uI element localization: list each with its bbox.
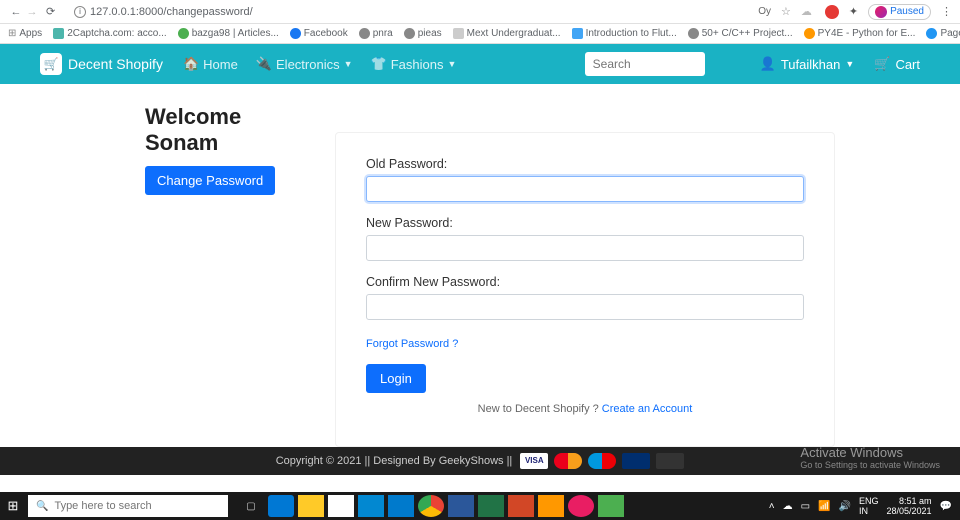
edge-icon[interactable] [268,495,294,517]
excel-icon[interactable] [478,495,504,517]
language-indicator[interactable]: ENG IN [859,496,879,516]
cart-icon: 🛒 [874,56,890,72]
reload-button[interactable]: ⟳ [46,5,62,18]
brand[interactable]: 🛒 Decent Shopify [40,53,163,75]
search-icon: 🔍 [36,501,48,512]
bookmark-item[interactable]: pnra [359,28,393,39]
sublime-icon[interactable] [538,495,564,517]
profile-paused[interactable]: Paused [868,4,931,20]
avatar-icon [875,6,887,18]
visa-icon: VISA [520,453,548,469]
star-icon[interactable]: ☆ [781,5,791,18]
clock[interactable]: 8:51 am 28/05/2021 [887,496,932,516]
main-content: Welcome Sonam Change Password Old Passwo… [0,84,960,447]
notification-icon[interactable]: 💬 [940,501,952,512]
url-text: 127.0.0.1:8000/changepassword/ [90,6,253,18]
user-icon: 👤 [760,56,776,72]
plug-icon: 🔌 [256,56,272,72]
browser-toolbar: ← → ⟳ i 127.0.0.1:8000/changepassword/ O… [0,0,960,24]
cloud-icon[interactable]: ☁ [801,5,815,19]
old-password-input[interactable] [366,176,804,202]
start-button[interactable]: ⊞ [0,498,26,514]
new-password-input[interactable] [366,235,804,261]
home-icon: 🏠 [183,56,199,72]
confirm-password-label: Confirm New Password: [366,275,804,289]
bookmark-item[interactable]: Introduction to Flut... [572,28,677,39]
taskbar-search-input[interactable] [54,500,220,512]
apps-button[interactable]: ⊞Apps [8,28,42,39]
password-form-card: Old Password: New Password: Confirm New … [335,132,835,447]
brand-logo-icon: 🛒 [40,53,62,75]
extension-icon[interactable] [825,5,839,19]
chevron-down-icon: ▼ [344,59,353,69]
new-password-label: New Password: [366,216,804,230]
site-info-icon: i [74,6,86,18]
chrome-icon[interactable] [418,495,444,517]
tray-up-icon[interactable]: ˄ [769,501,775,512]
nav-fashions[interactable]: 👕Fashions▼ [371,56,457,72]
paytm-icon [622,453,650,469]
word-icon[interactable] [448,495,474,517]
store-icon[interactable] [328,495,354,517]
cart-link[interactable]: 🛒Cart [874,56,920,72]
bookmarks-bar: ⊞Apps 2Captcha.com: acco... bazga98 | Ar… [0,24,960,44]
chevron-down-icon: ▼ [447,59,456,69]
forward-button[interactable]: → [24,6,40,18]
translate-icon[interactable]: Oy [758,6,771,17]
bookmark-item[interactable]: Mext Undergraduat... [453,28,561,39]
upi-icon [656,453,684,469]
create-account-link[interactable]: Create an Account [602,403,693,415]
login-button[interactable]: Login [366,364,426,393]
app3-icon[interactable] [598,495,624,517]
app2-icon[interactable] [568,495,594,517]
user-menu[interactable]: 👤Tufailkhan▼ [760,56,855,72]
search-input[interactable] [593,57,697,71]
bookmark-item[interactable]: Facebook [290,28,348,39]
page-title: Welcome Sonam [145,104,315,156]
forgot-password-link[interactable]: Forgot Password ? [366,338,458,350]
vscode-icon[interactable] [388,495,414,517]
bookmark-item[interactable]: bazga98 | Articles... [178,28,279,39]
bookmark-item[interactable]: 50+ C/C++ Project... [688,28,793,39]
taskbar-search[interactable]: 🔍 [28,495,228,517]
confirm-password-input[interactable] [366,294,804,320]
chevron-down-icon: ▼ [845,59,854,69]
bookmark-item[interactable]: 2Captcha.com: acco... [53,28,167,39]
activate-windows-watermark: Activate Windows Go to Settings to activ… [800,445,940,470]
nav-home[interactable]: 🏠Home [183,56,238,72]
cloud-tray-icon[interactable]: ☁ [783,501,793,512]
menu-icon[interactable]: ⋮ [941,5,952,18]
battery-icon[interactable]: ▭ [801,501,810,512]
bookmark-item[interactable]: pieas [404,28,442,39]
change-password-button[interactable]: Change Password [145,166,275,195]
task-view-icon[interactable]: ▢ [238,495,264,517]
copyright-text: Copyright © 2021 || Designed By GeekySho… [276,455,513,467]
volume-icon[interactable]: 🔊 [839,501,851,512]
old-password-label: Old Password: [366,157,804,171]
app-navbar: 🛒 Decent Shopify 🏠Home 🔌Electronics▼ 👕Fa… [0,44,960,84]
bookmark-item[interactable]: Page not found at / [926,28,960,39]
app-icon[interactable] [358,495,384,517]
wifi-icon[interactable]: 📶 [818,501,830,512]
mastercard-icon [554,453,582,469]
explorer-icon[interactable] [298,495,324,517]
signup-line: New to Decent Shopify ? Create an Accoun… [366,403,804,415]
powerpoint-icon[interactable] [508,495,534,517]
shirt-icon: 👕 [371,56,387,72]
nav-electronics[interactable]: 🔌Electronics▼ [256,56,353,72]
search-box[interactable] [585,52,705,76]
bookmark-item[interactable]: PY4E - Python for E... [804,28,916,39]
back-button[interactable]: ← [8,6,24,18]
maestro-icon [588,453,616,469]
address-bar[interactable]: i 127.0.0.1:8000/changepassword/ [74,6,253,18]
windows-taskbar: ⊞ 🔍 ▢ ˄ ☁ ▭ 📶 🔊 ENG IN 8:51 am 28/05/202… [0,492,960,520]
puzzle-icon[interactable]: ✦ [849,5,858,18]
